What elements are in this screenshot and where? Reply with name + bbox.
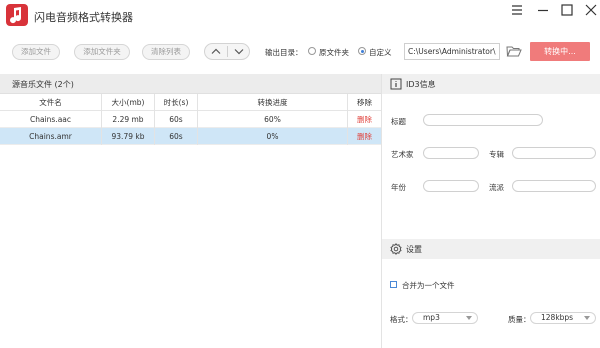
minimize-icon[interactable] <box>536 3 550 17</box>
album-field[interactable] <box>512 147 596 159</box>
move-down-button[interactable] <box>228 44 250 59</box>
chevron-up-icon <box>211 48 221 54</box>
title-bar: 闪电音频格式转换器 <box>0 0 600 34</box>
column-header-size[interactable]: 大小(mb) <box>102 94 155 111</box>
add-folder-button[interactable]: 添加文件夹 <box>74 44 130 60</box>
radio-custom-folder[interactable] <box>358 47 366 55</box>
id3-title: ID3信息 <box>406 80 436 89</box>
app-title: 闪电音频格式转换器 <box>34 11 133 24</box>
file-list-title: 源音乐文件 (2个) <box>12 80 74 89</box>
year-label: 年份 <box>391 183 406 192</box>
close-icon[interactable] <box>584 3 598 17</box>
genre-label: 流派 <box>489 183 504 192</box>
cell-file-name: Chains.amr <box>0 128 102 145</box>
radio-original-folder[interactable] <box>308 47 316 55</box>
year-field[interactable] <box>423 180 479 192</box>
output-path-input[interactable]: C:\Users\Administrator\ <box>404 43 500 60</box>
cell-duration: 60s <box>155 128 198 145</box>
cell-duration: 60s <box>155 111 198 128</box>
genre-field[interactable] <box>512 180 596 192</box>
cell-size: 93.79 kb <box>102 128 155 145</box>
add-file-button[interactable]: 添加文件 <box>12 44 60 60</box>
quality-label: 质量： <box>508 315 531 324</box>
cell-progress: 0% <box>198 128 348 145</box>
column-header-remove[interactable]: 移除 <box>348 94 381 111</box>
delete-link[interactable]: 删除 <box>348 111 381 128</box>
toolbar: 添加文件 添加文件夹 清除列表 输出目录： 原文件夹 自定义 C:\Users\… <box>0 34 600 72</box>
move-up-button[interactable] <box>205 44 227 59</box>
hamburger-icon[interactable] <box>510 3 524 17</box>
radio-custom-label: 自定义 <box>369 48 392 57</box>
folder-open-icon[interactable] <box>506 45 522 58</box>
merge-checkbox[interactable] <box>390 281 397 288</box>
radio-original-label: 原文件夹 <box>319 48 349 57</box>
title-field[interactable] <box>423 114 543 126</box>
dropdown-arrow-icon <box>466 316 472 320</box>
cell-file-name: Chains.aac <box>0 111 102 128</box>
cell-progress: 60% <box>198 111 348 128</box>
table-header-row: 文件名 大小(mb) 时长(s) 转换进度 移除 <box>0 94 381 111</box>
dropdown-arrow-icon <box>584 316 590 320</box>
move-buttons <box>204 43 250 60</box>
panel-divider <box>381 74 382 348</box>
settings-title: 设置 <box>406 245 422 254</box>
convert-button[interactable]: 转换中... <box>530 42 590 61</box>
artist-label: 艺术家 <box>391 150 414 159</box>
column-header-progress[interactable]: 转换进度 <box>198 94 348 111</box>
format-label: 格式： <box>390 315 413 324</box>
quality-select[interactable]: 128kbps <box>530 312 596 324</box>
table-row-selected[interactable]: Chains.amr 93.79 kb 60s 0% 删除 <box>0 128 381 145</box>
delete-link[interactable]: 删除 <box>348 128 381 145</box>
format-value: mp3 <box>423 313 440 322</box>
album-label: 专辑 <box>489 150 504 159</box>
chevron-down-icon <box>234 49 244 55</box>
artist-field[interactable] <box>423 147 479 159</box>
column-header-duration[interactable]: 时长(s) <box>155 94 198 111</box>
id3-section-header: ID3信息 <box>382 74 600 94</box>
gear-icon <box>390 243 402 255</box>
quality-value: 128kbps <box>541 313 574 322</box>
output-dir-label: 输出目录： <box>265 48 303 57</box>
id3-icon <box>390 78 402 90</box>
format-select[interactable]: mp3 <box>412 312 478 324</box>
title-label: 标题 <box>391 117 406 126</box>
table-row[interactable]: Chains.aac 2.29 mb 60s 60% 删除 <box>0 111 381 128</box>
merge-label: 合并为一个文件 <box>402 281 455 290</box>
cell-size: 2.29 mb <box>102 111 155 128</box>
column-header-name[interactable]: 文件名 <box>0 94 102 111</box>
maximize-icon[interactable] <box>560 3 574 17</box>
file-list-header: 源音乐文件 (2个) <box>0 74 381 94</box>
settings-section-header: 设置 <box>382 239 600 259</box>
clear-list-button[interactable]: 清除列表 <box>142 44 190 60</box>
app-logo-icon <box>6 4 28 26</box>
